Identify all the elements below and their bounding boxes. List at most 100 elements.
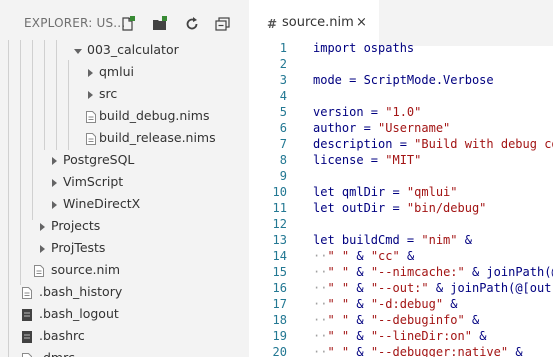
tree-file-item[interactable]: build_release.nims: [0, 127, 249, 149]
line-number: 19: [272, 329, 287, 343]
code-token: &: [349, 329, 371, 343]
chevron-right-icon[interactable]: [37, 241, 47, 255]
tree-item-label: WineDirectX: [63, 196, 141, 211]
tree-file-item[interactable]: source.nim: [0, 259, 249, 281]
tree-folder-item[interactable]: VimScript: [0, 171, 249, 193]
tree-item-label: PostgreSQL: [63, 152, 135, 167]
string-token: "MIT": [385, 153, 422, 167]
code-token: &: [508, 345, 523, 357]
whitespace-marker: ··: [313, 281, 328, 295]
code-line: 17 ··" " & "-d:debug" &: [249, 296, 553, 312]
line-number: 6: [279, 121, 287, 135]
code-line: 6 author = "Username": [249, 120, 553, 136]
string-token: "bin/debug": [406, 201, 487, 215]
code-token: version =: [313, 105, 386, 119]
line-number: 13: [272, 233, 287, 247]
line-number: 5: [279, 105, 287, 119]
line-number: 17: [272, 297, 287, 311]
code-token: & joinPath(@: [464, 265, 553, 279]
whitespace-marker: ··: [313, 345, 328, 357]
file-icon: [21, 307, 33, 321]
tree-item-label: src: [99, 86, 118, 101]
file-icon: [85, 131, 97, 145]
tree-item-label: source.nim: [51, 262, 121, 277]
chevron-right-icon[interactable]: [85, 87, 95, 101]
chevron-right-icon[interactable]: [49, 175, 59, 189]
close-tab-icon[interactable]: ×: [356, 15, 367, 30]
nim-file-icon: #: [267, 17, 278, 31]
code-token: mode = ScriptMode.Verbose: [313, 73, 494, 87]
tree-file-item[interactable]: build_debug.nims: [0, 105, 249, 127]
line-number: 18: [272, 313, 287, 327]
refresh-icon[interactable]: [184, 16, 200, 32]
tree-folder-item[interactable]: qmlui: [0, 61, 249, 83]
code-line: 7 description = "Build with debug co: [249, 136, 553, 152]
code-text: ··" " & "cc" &: [313, 248, 414, 264]
code-line: 19 ··" " & "--lineDir:on" &: [249, 328, 553, 344]
explorer-title: EXPLORER: US...: [24, 16, 126, 30]
tree-file-item[interactable]: .bash_logout: [0, 303, 249, 325]
tree-folder-item[interactable]: ProjTests: [0, 237, 249, 259]
line-number: 11: [272, 201, 287, 215]
tree-item-label: build_debug.nims: [99, 108, 210, 123]
collapse-all-icon[interactable]: [215, 16, 231, 32]
code-token: license =: [313, 153, 386, 167]
tree-folder-item[interactable]: WineDirectX: [0, 193, 249, 215]
code-line: 20 ··" " & "--debugger:native" &: [249, 344, 553, 357]
chevron-right-icon[interactable]: [49, 153, 59, 167]
chevron-down-icon[interactable]: [73, 43, 83, 57]
string-token: " ": [327, 249, 350, 263]
code-text: let qmlDir = "qmlui": [313, 184, 458, 200]
string-token: "Build with debug co: [414, 137, 553, 151]
tree-file-item[interactable]: .dmrc: [0, 347, 249, 357]
tree-item-label: .bash_logout: [39, 306, 119, 321]
whitespace-marker: ··: [313, 249, 328, 263]
chevron-right-icon[interactable]: [85, 65, 95, 79]
code-line: 2: [249, 56, 553, 72]
code-text: version = "1.0": [313, 104, 421, 120]
tree-item-label: VimScript: [63, 174, 124, 189]
chevron-right-icon[interactable]: [49, 197, 59, 211]
code-line: 15 ··" " & "--nimcache:" & joinPath(@: [249, 264, 553, 280]
code-text: let outDir = "bin/debug": [313, 200, 486, 216]
tree-item-label: Projects: [51, 218, 101, 233]
tree-folder-item[interactable]: 003_calculator: [0, 39, 249, 61]
whitespace-marker: ··: [313, 297, 328, 311]
tab-label: source.nim: [282, 15, 354, 30]
code-token: &: [349, 265, 371, 279]
string-token: " ": [327, 265, 350, 279]
string-token: " ": [327, 329, 350, 343]
code-text: ··" " & "--nimcache:" & joinPath(@: [313, 264, 553, 280]
code-text: mode = ScriptMode.Verbose: [313, 72, 494, 88]
line-number: 12: [272, 217, 287, 231]
whitespace-marker: ··: [313, 329, 328, 343]
code-line: 10 let qmlDir = "qmlui": [249, 184, 553, 200]
tree-folder-item[interactable]: Projects: [0, 215, 249, 237]
tree-folder-item[interactable]: src: [0, 83, 249, 105]
code-token: &: [349, 345, 371, 357]
tree-item-label: .bashrc: [39, 328, 85, 343]
code-line: 3 mode = ScriptMode.Verbose: [249, 72, 553, 88]
code-token: author =: [313, 121, 379, 135]
line-number: 2: [279, 57, 287, 71]
string-token: " ": [327, 313, 350, 327]
tree-item-label: 003_calculator: [87, 42, 179, 57]
string-token: "Username": [378, 121, 451, 135]
tree-file-item[interactable]: .bash_history: [0, 281, 249, 303]
code-line: 4: [249, 88, 553, 104]
code-text: ··" " & "--out:" & joinPath(@[out: [313, 280, 551, 296]
line-number: 10: [272, 185, 287, 199]
tree-folder-item[interactable]: PostgreSQL: [0, 149, 249, 171]
string-token: "--debuginfo": [370, 313, 465, 327]
code-token: & joinPath(@[out: [428, 281, 552, 295]
new-file-icon[interactable]: [120, 16, 136, 32]
code-text: ··" " & "--debugger:native" &: [313, 344, 523, 357]
tree-file-item[interactable]: .bashrc: [0, 325, 249, 347]
code-token: import ospaths: [313, 41, 415, 55]
tree-item-label: .bash_history: [39, 284, 123, 299]
tree-item-label: ProjTests: [51, 240, 106, 255]
code-token: &: [349, 297, 371, 311]
string-token: "nim": [421, 233, 458, 247]
new-folder-icon[interactable]: [152, 16, 168, 32]
chevron-right-icon[interactable]: [37, 219, 47, 233]
